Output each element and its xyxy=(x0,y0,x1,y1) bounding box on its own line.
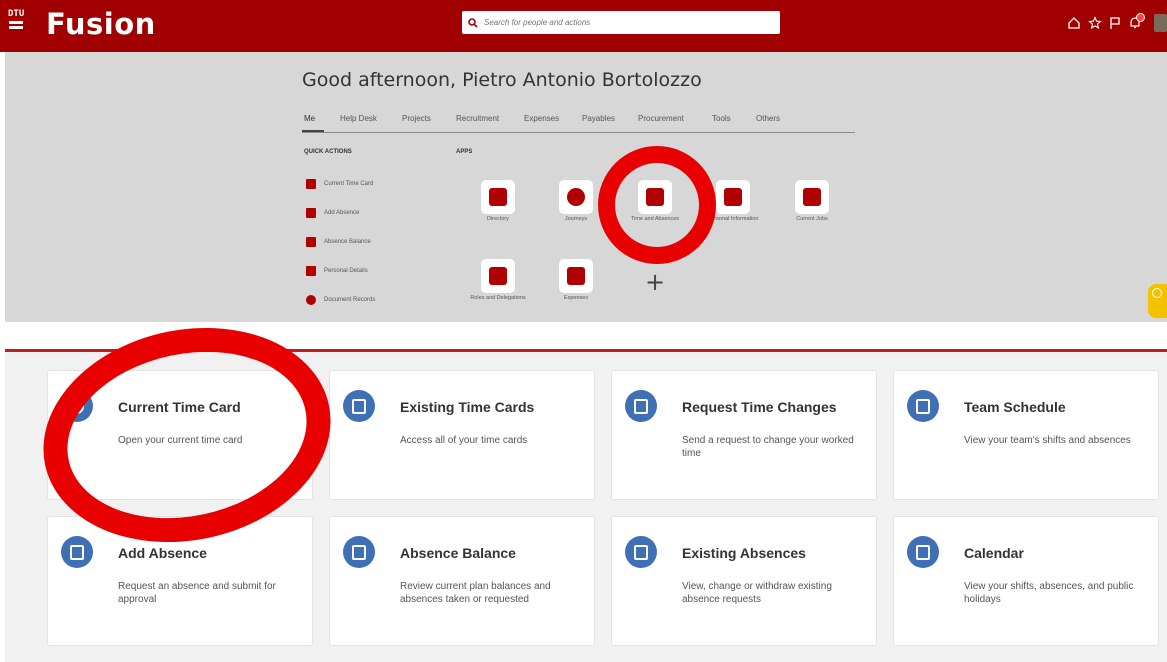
card-calendar[interactable]: Calendar View your shifts, absences, and… xyxy=(893,516,1159,646)
time-card-icon xyxy=(306,179,316,189)
logo-text: DTU xyxy=(8,9,25,19)
logo-bars-icon xyxy=(8,21,24,29)
card-description: Review current plan balances and absence… xyxy=(400,581,551,605)
quick-action-current-time-card[interactable]: Current Time Card xyxy=(306,177,373,191)
card-team-schedule[interactable]: Team Schedule View your team's shifts an… xyxy=(893,370,1159,500)
calendar-edit-icon xyxy=(61,536,93,568)
card-description: View your shifts, absences, and public h… xyxy=(964,581,1134,605)
card-title: Existing Absences xyxy=(682,545,806,561)
quick-action-label: Document Records xyxy=(324,297,376,303)
app-label-journeys: Journeys xyxy=(564,216,588,222)
org-chart-icon xyxy=(489,188,507,206)
quick-action-document-records[interactable]: Document Records xyxy=(306,293,375,307)
card-title: Existing Time Cards xyxy=(400,399,535,415)
quick-action-personal-details[interactable]: Personal Details xyxy=(306,264,368,278)
tab-help-desk[interactable]: Help Desk xyxy=(340,114,377,123)
app-label-current-jobs: Current Jobs xyxy=(796,216,828,222)
user-avatar[interactable] xyxy=(1154,14,1167,32)
card-description: Request an absence and submit for approv… xyxy=(118,581,276,605)
badge-icon xyxy=(489,267,507,285)
annotation-circle-time-and-absences xyxy=(598,146,716,264)
card-description: View your team's shifts and absences xyxy=(964,435,1131,446)
add-app-button[interactable]: + xyxy=(645,270,665,294)
card-title: Absence Balance xyxy=(400,545,516,561)
dtu-logo[interactable]: DTU xyxy=(8,10,24,40)
quick-action-label: Absence Balance xyxy=(324,239,371,245)
tab-tools[interactable]: Tools xyxy=(712,114,731,123)
schedule-icon xyxy=(907,390,939,422)
app-label-roles-and-delegations: Roles and Delegations xyxy=(470,295,526,301)
card-title: Add Absence xyxy=(118,545,207,561)
document-records-icon xyxy=(306,295,316,305)
flag-icon[interactable] xyxy=(1108,16,1122,30)
card-existing-absences[interactable]: Existing Absences View, change or withdr… xyxy=(611,516,877,646)
compass-icon xyxy=(567,188,585,206)
app-tile-expenses[interactable] xyxy=(559,259,593,293)
card-request-time-changes[interactable]: Request Time Changes Send a request to c… xyxy=(611,370,877,500)
calendar-edit-icon xyxy=(306,208,316,218)
edit-icon xyxy=(625,390,657,422)
person-icon xyxy=(724,188,742,206)
tab-me[interactable]: Me xyxy=(304,114,315,123)
active-tab-underline xyxy=(302,130,324,132)
tab-expenses[interactable]: Expenses xyxy=(524,114,559,123)
app-brand[interactable]: Fusion xyxy=(46,7,156,41)
app-tile-roles-and-delegations[interactable] xyxy=(481,259,515,293)
document-stack-icon xyxy=(343,390,375,422)
app-tile-current-jobs[interactable] xyxy=(795,180,829,214)
search-box[interactable] xyxy=(462,11,780,34)
card-description: Send a request to change your worked tim… xyxy=(682,435,854,459)
tab-others[interactable]: Others xyxy=(756,114,780,123)
tab-procurement[interactable]: Procurement xyxy=(638,114,684,123)
app-label-directory: Directory xyxy=(486,216,509,222)
briefcase-icon xyxy=(803,188,821,206)
quick-action-label: Add Absence xyxy=(324,210,360,216)
greeting-heading: Good afternoon, Pietro Antonio Bortolozz… xyxy=(302,69,702,91)
person-icon xyxy=(306,266,316,276)
card-description: Access all of your time cards xyxy=(400,435,528,446)
card-existing-time-cards[interactable]: Existing Time Cards Access all of your t… xyxy=(329,370,595,500)
tab-projects[interactable]: Projects xyxy=(402,114,431,123)
card-description: View, change or withdraw existing absenc… xyxy=(682,581,832,605)
calculator-icon xyxy=(343,536,375,568)
search-icon[interactable] xyxy=(468,17,478,28)
app-tile-personal-information[interactable] xyxy=(716,180,750,214)
search-input[interactable] xyxy=(482,17,766,28)
notification-badge xyxy=(1136,13,1145,22)
app-tile-directory[interactable] xyxy=(481,180,515,214)
tab-recruitment[interactable]: Recruitment xyxy=(456,114,499,123)
card-title: Team Schedule xyxy=(964,399,1066,415)
app-label-expenses: Expenses xyxy=(563,295,589,301)
quick-action-add-absence[interactable]: Add Absence xyxy=(306,206,359,220)
quick-actions-heading: QUICK ACTIONS xyxy=(304,149,352,155)
favorites-star-icon[interactable] xyxy=(1088,16,1102,30)
calendar-clock-icon xyxy=(625,536,657,568)
help-assistant-tab[interactable] xyxy=(1148,284,1167,318)
quick-action-absence-balance[interactable]: Absence Balance xyxy=(306,235,371,249)
info-icon xyxy=(1152,288,1162,298)
card-title: Request Time Changes xyxy=(682,399,837,415)
card-absence-balance[interactable]: Absence Balance Review current plan bala… xyxy=(329,516,595,646)
tab-payables[interactable]: Payables xyxy=(582,114,615,123)
calendar-grid-icon xyxy=(907,536,939,568)
quick-action-label: Personal Details xyxy=(324,268,368,274)
wallet-icon xyxy=(567,267,585,285)
apps-heading: APPS xyxy=(456,149,473,155)
app-tile-journeys[interactable] xyxy=(559,180,593,214)
card-title: Calendar xyxy=(964,545,1024,561)
calculator-icon xyxy=(306,237,316,247)
quick-action-label: Current Time Card xyxy=(324,181,374,187)
navigation-tabs: Me Help Desk Projects Recruitment Expens… xyxy=(302,114,855,133)
home-icon[interactable] xyxy=(1067,16,1081,30)
